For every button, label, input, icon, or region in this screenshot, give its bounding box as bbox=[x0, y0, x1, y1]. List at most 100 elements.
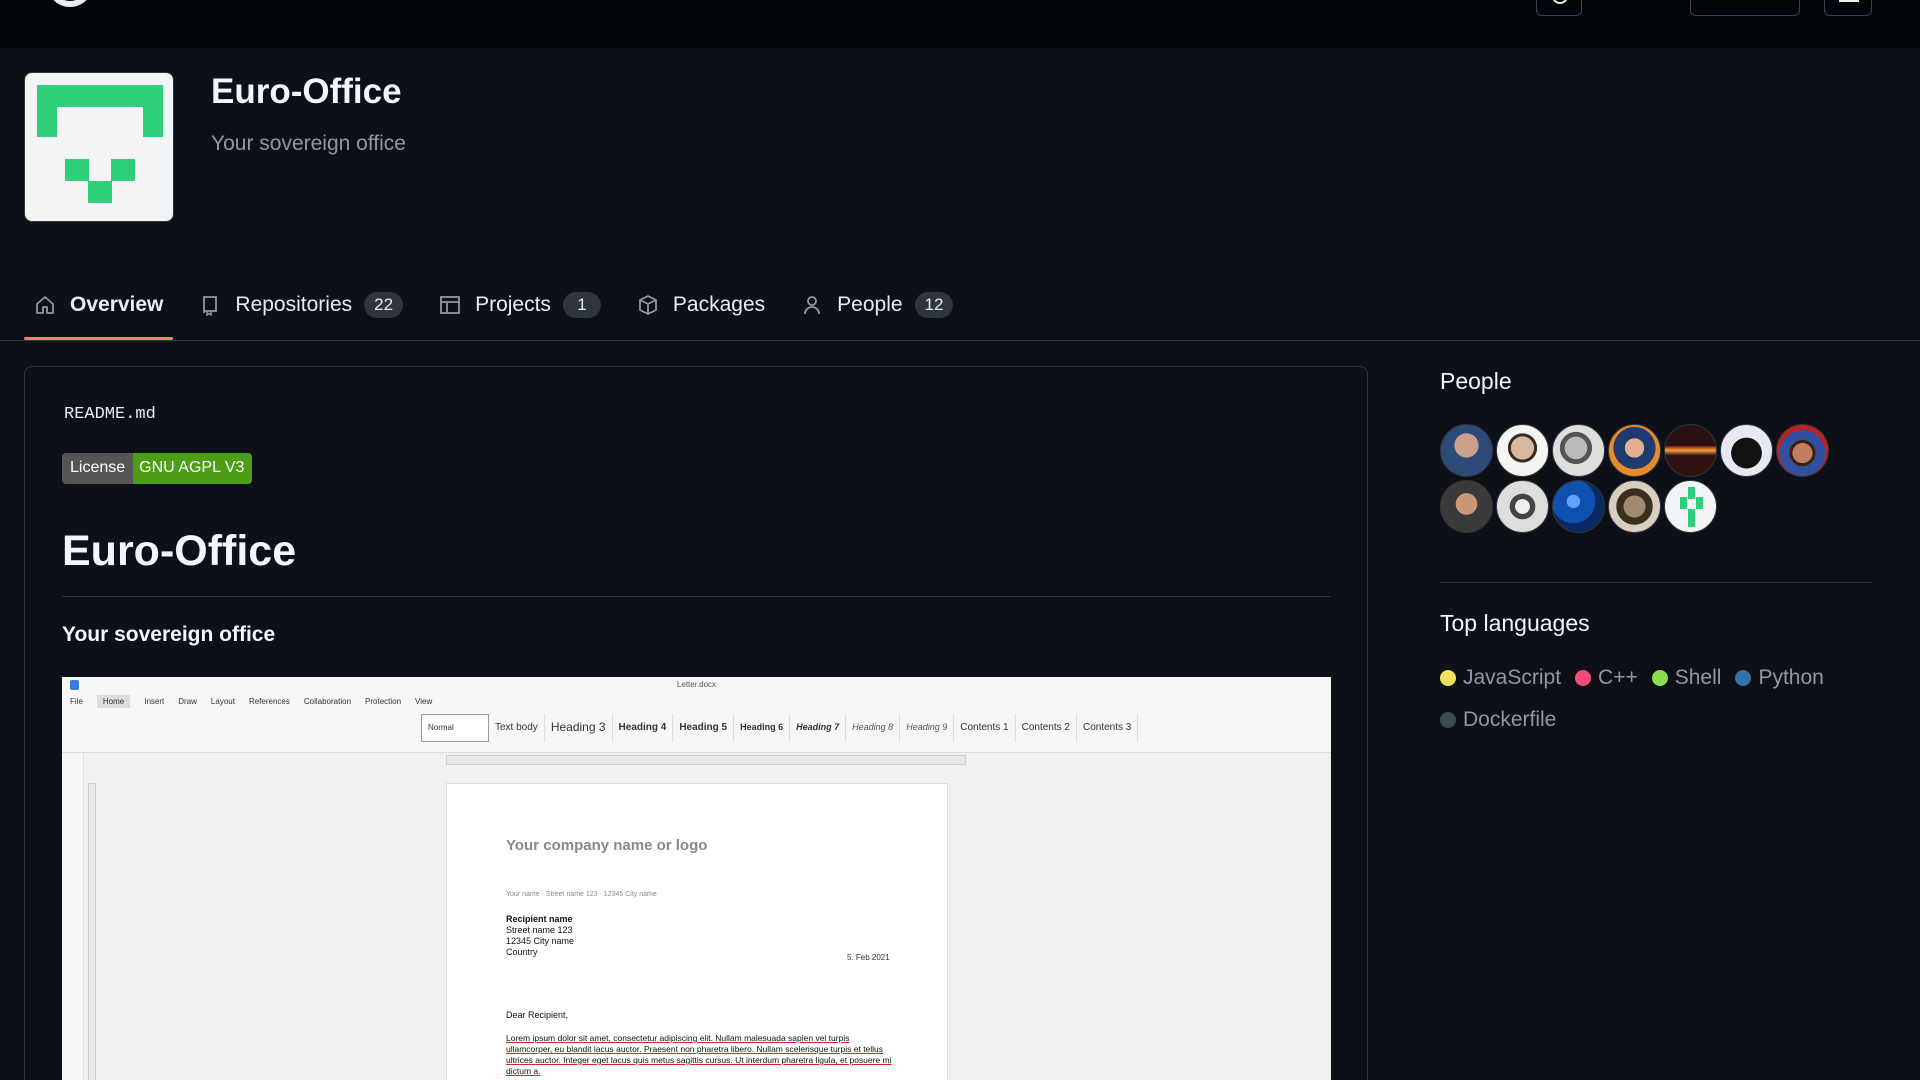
github-logo-icon[interactable] bbox=[44, 0, 96, 12]
people-avatars bbox=[1440, 424, 1840, 533]
top-actions bbox=[1536, 0, 1872, 16]
sign-in-link[interactable] bbox=[1606, 0, 1666, 4]
tab-label: Overview bbox=[70, 293, 164, 316]
horizontal-ruler bbox=[446, 755, 966, 765]
org-tabs: Overview Repositories 22 Projects 1 Pack… bbox=[24, 282, 979, 342]
company-placeholder: Your company name or logo bbox=[506, 837, 708, 854]
language-item-javascript[interactable]: JavaScript bbox=[1440, 666, 1561, 690]
org-name: Euro-Office bbox=[211, 72, 402, 111]
style-item: Heading 3 bbox=[545, 714, 613, 742]
language-color-dot bbox=[1735, 670, 1752, 686]
top-nav-item[interactable] bbox=[430, 0, 540, 6]
menu-item: Insert bbox=[144, 697, 165, 706]
app-screenshot: Letter.docx File Home Insert Draw Layout… bbox=[62, 677, 1331, 1080]
language-name: Python bbox=[1758, 666, 1824, 689]
avatar[interactable] bbox=[1720, 424, 1773, 477]
euro-office-logo-icon bbox=[1680, 487, 1703, 527]
language-color-dot bbox=[1575, 670, 1592, 686]
style-item: Heading 7 bbox=[790, 714, 847, 742]
screenshot-left-toolbar bbox=[62, 753, 84, 1080]
avatar[interactable] bbox=[1496, 424, 1549, 477]
document-page: Your company name or logo Your name · St… bbox=[446, 783, 948, 1080]
language-name: Shell bbox=[1674, 666, 1722, 689]
top-nav-item[interactable] bbox=[278, 0, 378, 6]
language-item-cpp[interactable]: C++ bbox=[1575, 666, 1638, 690]
tab-people[interactable]: People 12 bbox=[791, 282, 963, 328]
avatar[interactable] bbox=[1552, 480, 1605, 533]
top-header bbox=[0, 0, 1920, 48]
menu-item: Collaboration bbox=[303, 697, 352, 706]
menu-item: File bbox=[70, 697, 83, 706]
style-item: Heading 9 bbox=[900, 714, 955, 742]
menu-item: References bbox=[248, 697, 290, 706]
avatar[interactable] bbox=[1664, 424, 1717, 477]
search-button[interactable] bbox=[1536, 0, 1582, 16]
menu-item: Draw bbox=[178, 697, 197, 706]
letter-body-text: Lorem ipsum dolor sit amet, consectetur … bbox=[506, 1033, 892, 1076]
table-icon bbox=[439, 294, 461, 316]
style-item: Heading 4 bbox=[613, 714, 674, 742]
language-item-python[interactable]: Python bbox=[1735, 666, 1824, 690]
languages-list: JavaScript C++ Shell Python Dockerfile bbox=[1440, 666, 1880, 732]
tab-overview[interactable]: Overview bbox=[24, 282, 174, 340]
style-item: Heading 5 bbox=[673, 714, 735, 742]
language-name: Dockerfile bbox=[1463, 708, 1557, 731]
repo-icon bbox=[199, 294, 221, 316]
recipient-line: Recipient name bbox=[506, 914, 573, 924]
tab-repositories[interactable]: Repositories 22 bbox=[189, 282, 413, 328]
avatar[interactable] bbox=[1440, 424, 1493, 477]
language-item-shell[interactable]: Shell bbox=[1651, 666, 1722, 690]
menu-item: Home bbox=[96, 695, 131, 708]
tab-label: Packages bbox=[672, 293, 766, 316]
top-nav-item[interactable] bbox=[130, 0, 226, 6]
style-item: Normal bbox=[421, 714, 489, 742]
doc-title: Letter.docx bbox=[676, 680, 717, 689]
people-counter: 12 bbox=[914, 292, 954, 318]
projects-counter: 1 bbox=[562, 292, 601, 318]
screenshot-menubar: File Home Insert Draw Layout References … bbox=[62, 693, 1331, 710]
recipient-block: Recipient name Street name 123 12345 Cit… bbox=[506, 914, 574, 958]
avatar[interactable] bbox=[1496, 480, 1549, 533]
avatar[interactable] bbox=[1608, 480, 1661, 533]
recipient-line: Country bbox=[506, 947, 538, 957]
style-gallery: Normal Text body Heading 3 Heading 4 Hea… bbox=[421, 714, 1139, 742]
menu-item: Protection bbox=[365, 697, 402, 706]
avatar[interactable] bbox=[1440, 480, 1493, 533]
top-nav-item[interactable] bbox=[936, 0, 1016, 6]
language-color-dot bbox=[1440, 670, 1456, 686]
menu-icon[interactable] bbox=[1824, 0, 1872, 16]
letter-date: 5. Feb 2021 bbox=[847, 953, 890, 962]
readme-box: README.md License GNU AGPL V3 Euro-Offic… bbox=[24, 366, 1368, 1080]
salutation: Dear Recipient, bbox=[506, 1010, 569, 1020]
home-icon bbox=[34, 294, 56, 316]
badge-label: License bbox=[62, 453, 134, 484]
readme-heading: Euro-Office bbox=[62, 527, 297, 575]
org-description: Your sovereign office bbox=[211, 132, 406, 155]
avatar[interactable] bbox=[1552, 424, 1605, 477]
people-heading: People bbox=[1440, 368, 1512, 394]
top-nav-item[interactable] bbox=[774, 0, 884, 6]
tab-projects[interactable]: Projects 1 bbox=[429, 282, 611, 328]
tab-label: Repositories bbox=[235, 293, 353, 316]
avatar[interactable] bbox=[1608, 424, 1661, 477]
top-languages-heading: Top languages bbox=[1440, 610, 1590, 636]
badge-value: GNU AGPL V3 bbox=[133, 453, 253, 484]
style-item: Heading 8 bbox=[846, 714, 901, 742]
sign-up-button[interactable] bbox=[1690, 0, 1800, 16]
language-item-dockerfile[interactable]: Dockerfile bbox=[1440, 708, 1556, 732]
tab-label: People bbox=[837, 293, 903, 316]
letter-body: Lorem ipsum dolor sit amet, consectetur … bbox=[506, 1033, 896, 1077]
avatar[interactable] bbox=[1664, 480, 1717, 533]
org-avatar bbox=[24, 72, 174, 222]
tab-packages[interactable]: Packages bbox=[627, 282, 775, 328]
language-color-dot bbox=[1440, 712, 1456, 728]
menu-item: View bbox=[415, 697, 433, 706]
avatar[interactable] bbox=[1776, 424, 1829, 477]
readme-filename[interactable]: README.md bbox=[64, 405, 156, 424]
style-item: Contents 1 bbox=[954, 714, 1016, 742]
person-icon bbox=[801, 294, 823, 316]
language-name: C++ bbox=[1598, 666, 1638, 689]
repositories-counter: 22 bbox=[364, 292, 404, 318]
license-badge[interactable]: License GNU AGPL V3 bbox=[62, 453, 253, 484]
top-nav-item[interactable] bbox=[592, 0, 722, 6]
